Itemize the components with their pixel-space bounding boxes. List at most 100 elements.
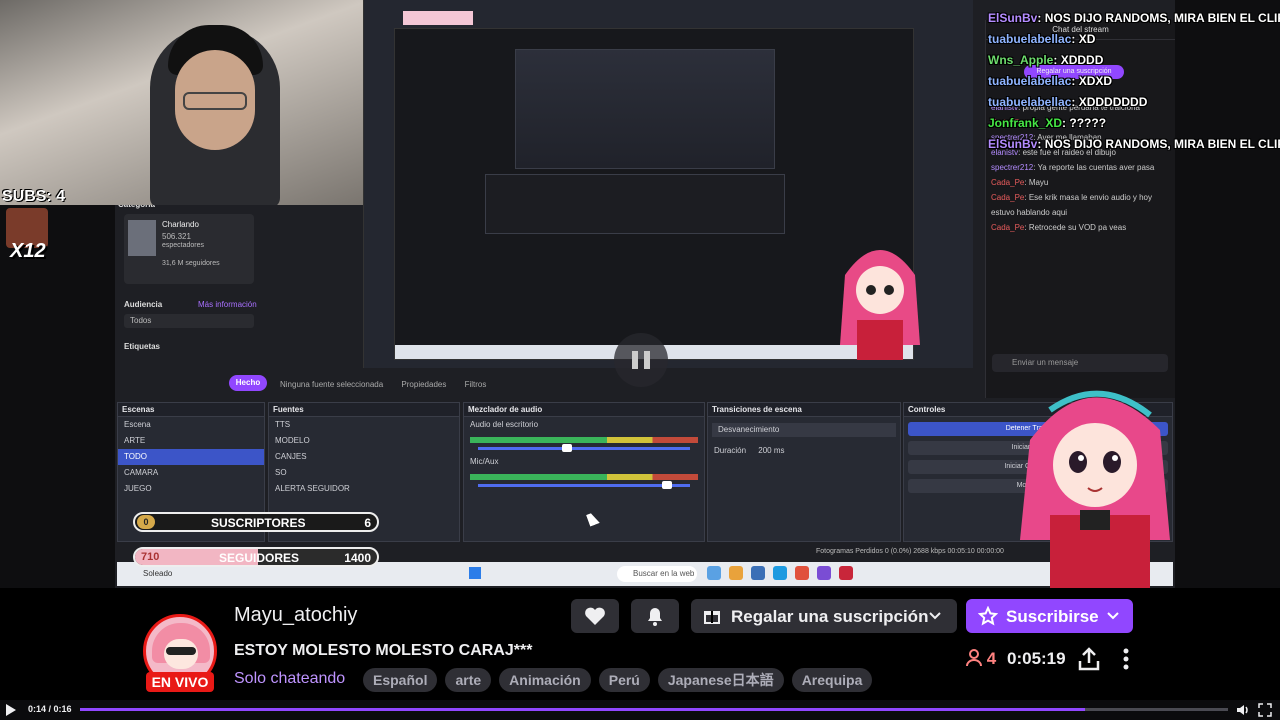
chat-user: Cada_Pe	[991, 178, 1025, 187]
properties-button[interactable]: Propiedades	[401, 380, 446, 389]
subscribe-button[interactable]: Suscribirse	[966, 599, 1133, 633]
filters-button[interactable]: Filtros	[465, 380, 487, 389]
source-item[interactable]: ALERTA SEGUIDOR	[269, 481, 459, 497]
chat-message: Cada_Pe: Retrocede su VOD pa veas	[991, 223, 1127, 232]
mixer-track-label: Mic/Aux	[470, 457, 499, 466]
chat-user: Cada_Pe	[991, 223, 1025, 232]
scene-item[interactable]: CAMARA	[118, 465, 264, 481]
person-icon	[966, 649, 982, 667]
category-viewers-label: espectadores	[162, 242, 205, 249]
scene-item[interactable]: JUEGO	[118, 481, 264, 497]
more-info-link[interactable]: Más información	[198, 300, 257, 309]
source-item[interactable]: CANJES	[269, 449, 459, 465]
no-source-label: Ninguna fuente seleccionada	[280, 380, 384, 389]
chat-message: Cada_Pe: Ese krik masa le envio audio y …	[991, 193, 1152, 217]
chat-overlay-message: tuabuelabellac: XDXD	[988, 74, 1113, 88]
chat-overlay-user: Wns_Apple	[988, 53, 1054, 67]
webcam-feed	[0, 0, 363, 205]
category-card[interactable]: Charlando 506.321 espectadores 31,6 M se…	[124, 214, 254, 284]
chat-text: Retrocede su VOD pa veas	[1028, 223, 1127, 232]
subscribers-goal-label: SUSCRIPTORES	[211, 516, 306, 530]
volume-meter	[470, 437, 698, 443]
volume-icon[interactable]	[1236, 703, 1250, 717]
chat-overlay-text: XDXD	[1078, 74, 1113, 88]
chat-overlay-user: ElSunBv	[988, 11, 1038, 25]
chat-text: Mayu	[1028, 178, 1049, 187]
tag-chip[interactable]: arte	[445, 668, 492, 692]
gift-sub-label: Regalar una suscripción	[731, 607, 929, 626]
chat-user: spectrer212	[991, 163, 1034, 172]
source-item[interactable]: TTS	[269, 417, 459, 433]
transition-select[interactable]: Desvanecimiento	[712, 423, 896, 437]
done-button[interactable]: Hecho	[229, 375, 267, 391]
seek-bar[interactable]	[80, 708, 1228, 711]
chat-overlay-message: tuabuelabellac: XDDDDDDD	[988, 95, 1148, 109]
play-icon[interactable]	[6, 704, 16, 716]
stream-uptime: 0:05:19	[1007, 649, 1066, 668]
audience-select[interactable]: Todos	[124, 314, 254, 328]
chat-overlay-user: tuabuelabellac	[988, 95, 1072, 109]
gift-sub-button[interactable]: Regalar una suscripción	[691, 599, 957, 633]
subscribers-goal-value: 6	[364, 516, 371, 530]
chat-overlay: ElSunBv: NOS DIJO RANDOMS, MIRA BIEN EL …	[988, 8, 1280, 155]
fullscreen-icon[interactable]	[1258, 703, 1272, 717]
category-followers: 31,6 M seguidores	[162, 260, 220, 267]
tag-chip[interactable]: Animación	[499, 668, 591, 692]
audience-label: Audiencia	[124, 300, 163, 309]
chevron-down-icon	[929, 612, 941, 620]
taskbar-search: Buscar en la web	[617, 566, 697, 582]
obs-status: Fotogramas Perdidos 0 (0.0%) 2688 kbps 0…	[816, 548, 1004, 555]
chat-message: spectrer212: Ya reporte las cuentas aver…	[991, 163, 1155, 172]
chat-overlay-message: Jonfrank_XD: ?????	[988, 116, 1107, 130]
volume-meter	[470, 474, 698, 480]
tag-chip[interactable]: Arequipa	[791, 668, 873, 692]
tag-chip[interactable]: Perú	[598, 668, 650, 692]
source-item[interactable]: MODELO	[269, 433, 459, 449]
notifications-button[interactable]	[631, 599, 679, 633]
more-options-icon[interactable]	[1116, 645, 1136, 673]
follow-button[interactable]	[571, 599, 619, 633]
pause-icon[interactable]	[614, 333, 668, 387]
scene-item-active[interactable]: TODO	[118, 449, 264, 465]
audio-mixer-dock: Mezclador de audio Audio del escritorio …	[463, 402, 705, 542]
scene-item[interactable]: ARTE	[118, 433, 264, 449]
time-display: 0:14 / 0:16	[28, 704, 72, 714]
scenes-header: Escenas	[118, 403, 264, 417]
scene-item[interactable]: Escena	[118, 417, 264, 433]
chat-message: Cada_Pe: Mayu	[991, 178, 1049, 187]
streamer-name[interactable]: Mayu_atochiy	[234, 604, 357, 627]
subs-counter: SUBS: 4	[2, 188, 66, 205]
category-thumbnail	[128, 220, 156, 256]
chat-overlay-text: XDDDDDDD	[1078, 95, 1148, 109]
followers-goal-label: SEGUIDORES	[219, 551, 300, 565]
tag-chip[interactable]: Japanese日本語	[657, 668, 784, 692]
chat-text: Ya reporte las cuentas aver pasa	[1037, 163, 1155, 172]
chat-overlay-user: tuabuelabellac	[988, 32, 1072, 46]
star-icon	[978, 606, 998, 626]
stream-title: ESTOY MOLESTO MOLESTO CARAJ***	[234, 642, 533, 659]
mixer-track-label: Audio del escritorio	[470, 420, 539, 429]
heart-icon	[585, 607, 605, 625]
volume-slider[interactable]	[478, 481, 690, 489]
video-player[interactable]: Categoría Charlando 506.321 espectadores…	[0, 0, 1280, 588]
subscribe-label: Suscribirse	[1006, 607, 1099, 626]
viewer-count: 4	[966, 649, 996, 669]
chat-overlay-message: Wns_Apple: XDDDD	[988, 53, 1104, 67]
seek-bar-fill	[80, 708, 1085, 711]
volume-slider[interactable]	[478, 444, 690, 452]
chevron-down-icon	[1107, 612, 1119, 620]
chat-overlay-user: ElSunBv	[988, 137, 1038, 151]
category-link[interactable]: Solo chateando	[234, 670, 345, 688]
transitions-dock: Transiciones de escena Desvanecimiento D…	[707, 402, 901, 542]
duration-value[interactable]: 200 ms	[758, 446, 784, 455]
chat-overlay-text: XD	[1078, 32, 1096, 46]
windows-start-icon	[469, 567, 481, 579]
chat-overlay-message: ElSunBv: NOS DIJO RANDOMS, MIRA BIEN EL …	[988, 8, 1280, 29]
share-icon[interactable]	[1076, 645, 1102, 673]
tag-chip[interactable]: Español	[363, 668, 438, 692]
source-item[interactable]: SO	[269, 465, 459, 481]
category-viewers: 506.321	[162, 232, 191, 241]
chat-overlay-message: tuabuelabellac: XD	[988, 32, 1096, 46]
live-badge: EN VIVO	[146, 672, 214, 692]
sources-header: Fuentes	[269, 403, 459, 417]
